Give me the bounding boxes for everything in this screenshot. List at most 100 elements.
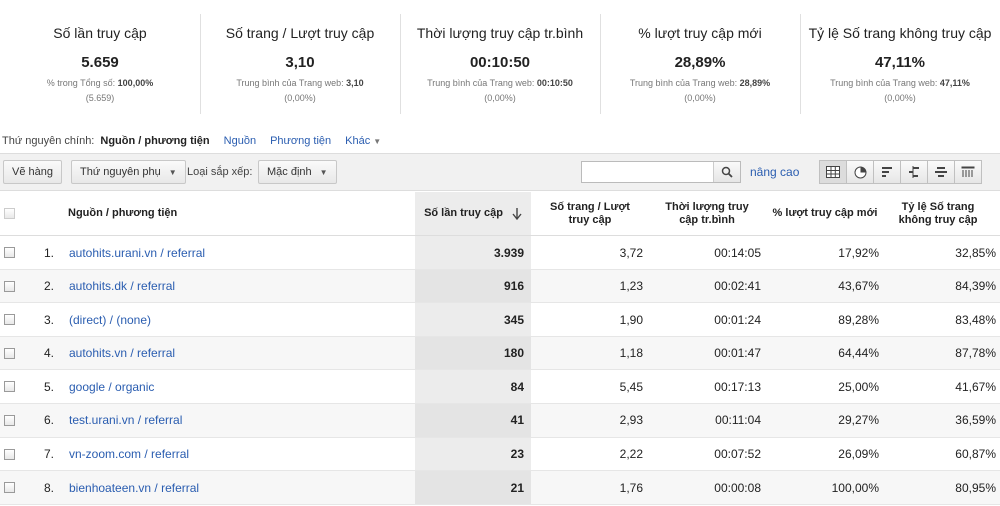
header-pages-per-visit[interactable]: Số trang / Lượt truy cập — [540, 192, 640, 235]
row-source-link[interactable]: vn-zoom.com / referral — [69, 438, 189, 471]
chevron-down-icon: ▼ — [168, 168, 177, 177]
header-avg-duration[interactable]: Thời lượng truy cập tr.bình — [655, 192, 759, 235]
view-performance-button[interactable] — [873, 160, 901, 184]
row-checkbox[interactable] — [4, 471, 15, 504]
row-new-visits: 89,28% — [838, 312, 879, 327]
row-avg-duration: 00:11:04 — [715, 413, 761, 428]
row-new-visits: 26,09% — [838, 447, 879, 462]
row-index: 2. — [43, 279, 54, 294]
view-pivot-button[interactable] — [954, 160, 982, 184]
primary-dimension-bar: Thứ nguyên chính: Nguồn / phương tiện Ng… — [0, 131, 381, 151]
row-checkbox[interactable] — [4, 303, 15, 336]
advanced-filter-link[interactable]: nâng cao — [750, 160, 799, 184]
table-grid-icon — [826, 166, 840, 178]
metric-value: 28,89% — [674, 54, 726, 71]
search-icon — [721, 166, 733, 178]
row-source-link[interactable]: google / organic — [69, 370, 154, 403]
row-checkbox[interactable] — [4, 337, 15, 370]
row-source-link[interactable]: (direct) / (none) — [69, 303, 151, 336]
summary-metrics: Số lần truy cập 5.659 % trong Tổng số: 1… — [0, 0, 1000, 118]
row-bounce-rate: 87,78% — [955, 346, 996, 361]
header-source-medium[interactable]: Nguồn / phương tiện — [68, 192, 177, 235]
secondary-dimension-dropdown[interactable]: Thứ nguyên phụ ▼ — [71, 160, 186, 184]
row-source-link[interactable]: autohits.dk / referral — [69, 270, 175, 303]
pivot-icon — [961, 166, 975, 177]
sort-descending-icon — [512, 207, 522, 220]
row-pages-per-visit: 5,45 — [619, 379, 643, 394]
chevron-down-icon: ▼ — [373, 137, 382, 146]
table-row: 1. autohits.urani.vn / referral 3.939 3,… — [0, 236, 1000, 270]
row-visits: 180 — [503, 346, 524, 361]
metric-title: Số trang / Lượt truy cập — [225, 25, 375, 41]
comparison-icon — [909, 166, 919, 178]
row-pages-per-visit: 1,23 — [619, 279, 643, 294]
row-bounce-rate: 84,39% — [955, 279, 996, 294]
row-pages-per-visit: 1,90 — [619, 312, 643, 327]
table-toolbar: Vẽ hàng Thứ nguyên phụ ▼ Loại sắp xếp: Mặ… — [0, 153, 1000, 191]
row-checkbox[interactable] — [4, 370, 15, 403]
bar-chart-icon — [881, 167, 892, 177]
row-source-link[interactable]: bienhoateen.vn / referral — [69, 471, 199, 504]
dimension-link-other[interactable]: Khác ▼ — [345, 135, 381, 147]
metric-avg-duration[interactable]: Thời lượng truy cập tr.bình 00:10:50 Tru… — [400, 0, 600, 118]
row-checkbox[interactable] — [4, 236, 15, 269]
sort-type-dropdown[interactable]: Mặc định ▼ — [258, 160, 337, 184]
table-row: 6. test.urani.vn / referral 41 2,93 00:1… — [0, 403, 1000, 438]
metric-title: Số lần truy cập — [53, 25, 147, 41]
table-row: 5. google / organic 84 5,45 00:17:13 25,… — [0, 370, 1000, 404]
row-checkbox[interactable] — [4, 438, 15, 471]
metric-pages-per-visit[interactable]: Số trang / Lượt truy cập 3,10 Trung bình… — [200, 0, 400, 118]
row-index: 4. — [43, 346, 54, 361]
table-search-input[interactable] — [581, 161, 741, 183]
row-bounce-rate: 83,48% — [955, 312, 996, 327]
table-body: 1. autohits.urani.vn / referral 3.939 3,… — [0, 236, 1000, 505]
metric-value: 5.659 — [81, 54, 119, 71]
row-index: 6. — [43, 413, 54, 428]
row-source-link[interactable]: autohits.urani.vn / referral — [69, 236, 205, 269]
header-bounce-rate[interactable]: Tỷ lệ Số trang không truy cập — [886, 192, 990, 235]
plot-rows-button[interactable]: Vẽ hàng — [3, 160, 62, 184]
primary-dimension-label: Thứ nguyên chính: — [2, 135, 95, 147]
search-button[interactable] — [713, 162, 740, 182]
chevron-down-icon: ▼ — [319, 168, 328, 177]
select-all-checkbox[interactable] — [4, 192, 15, 235]
row-avg-duration: 00:01:24 — [714, 312, 761, 327]
row-index: 8. — [43, 480, 54, 495]
row-checkbox[interactable] — [4, 404, 15, 437]
view-term-cloud-button[interactable] — [927, 160, 955, 184]
metric-subtext: Trung bình của Trang web: 47,11% — [830, 78, 970, 88]
row-pages-per-visit: 3,72 — [619, 245, 643, 260]
metric-subtext-2: (0,00%) — [684, 93, 716, 103]
metric-value: 3,10 — [285, 54, 315, 71]
row-source-link[interactable]: test.urani.vn / referral — [69, 404, 182, 437]
pie-chart-icon — [854, 166, 866, 178]
metric-bounce-rate[interactable]: Tỷ lệ Số trang không truy cập 47,11% Tru… — [800, 0, 1000, 118]
row-avg-duration: 00:07:52 — [714, 447, 761, 462]
row-avg-duration: 00:01:47 — [714, 346, 761, 361]
row-checkbox[interactable] — [4, 270, 15, 303]
row-bounce-rate: 80,95% — [955, 480, 996, 495]
metric-visits[interactable]: Số lần truy cập 5.659 % trong Tổng số: 1… — [0, 0, 200, 118]
dimension-link-source[interactable]: Nguồn — [224, 135, 256, 147]
table-row: 7. vn-zoom.com / referral 23 2,22 00:07:… — [0, 437, 1000, 472]
metric-subtext: % trong Tổng số: 100,00% — [46, 78, 154, 88]
metric-new-visits[interactable]: % lượt truy cập mới 28,89% Trung bình củ… — [600, 0, 800, 118]
table-row: 3. (direct) / (none) 345 1,90 00:01:24 8… — [0, 303, 1000, 337]
row-pages-per-visit: 2,22 — [619, 447, 643, 462]
row-pages-per-visit: 1,18 — [619, 346, 643, 361]
view-pie-button[interactable] — [846, 160, 874, 184]
header-visits[interactable]: Số lần truy cập — [415, 192, 531, 235]
row-new-visits: 100,00% — [831, 480, 879, 495]
view-table-button[interactable] — [819, 160, 847, 184]
row-source-link[interactable]: autohits.vn / referral — [69, 337, 175, 370]
dimension-link-medium[interactable]: Phương tiện — [270, 135, 331, 147]
row-index: 3. — [43, 312, 54, 327]
metric-subtext: Trung bình của Trang web: 00:10:50 — [427, 78, 573, 88]
metric-title: Tỷ lệ Số trang không truy cập — [808, 25, 992, 41]
table-header: Nguồn / phương tiện Số lần truy cập Số t… — [0, 192, 1000, 236]
table-row: 8. bienhoateen.vn / referral 21 1,76 00:… — [0, 471, 1000, 505]
row-visits: 84 — [510, 379, 524, 394]
metric-subtext-2: (0,00%) — [284, 93, 316, 103]
view-comparison-button[interactable] — [900, 160, 928, 184]
header-new-visits[interactable]: % lượt truy cập mới — [772, 192, 878, 235]
